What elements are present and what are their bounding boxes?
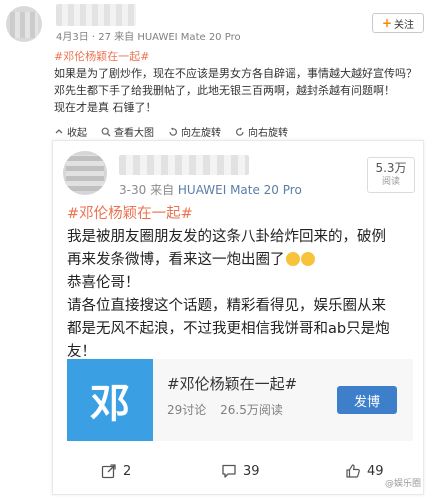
- topic-link[interactable]: #邓伦杨颖在一起#: [67, 206, 193, 222]
- embedded-post-text: #邓伦杨颖在一起# 我是被朋友圈朋友发的这条八卦给炸回来的，破例 再来发条微博，…: [67, 203, 417, 364]
- topic-card-title: #邓伦杨颖在一起#: [167, 375, 298, 393]
- post-text-line: 我是被朋友圈朋友发的这条八卦给炸回来的，破例: [67, 229, 386, 245]
- outer-post-header: 4月3日 · 27 来自 HUAWEI Mate 20 Pro + 关注: [0, 0, 440, 44]
- blurred-username[interactable]: [56, 4, 136, 26]
- rotate-left-icon: [169, 127, 177, 136]
- post-text-line: 都是无风不起浪，不过我更相信我饼哥和ab只是炮: [67, 321, 390, 337]
- read-count: 5.3万: [375, 161, 407, 175]
- outer-post-meta: 4月3日 · 27 来自 HUAWEI Mate 20 Pro: [56, 32, 241, 43]
- embedded-post-card: 3-30 来自 HUAWEI Mate 20 Pro 5.3万 阅读 #邓伦杨颖…: [52, 140, 424, 495]
- rotate-right-label: 向右旋转: [248, 128, 288, 139]
- topic-discussions: 29讨论: [167, 403, 207, 417]
- post-time: 3-30: [119, 183, 147, 197]
- outer-text-line: 如果是为了剧炒作，现在不应该是男女方各自辟谣，事情越大越好宣传吗？: [54, 67, 417, 80]
- watermark: @娱乐圈: [384, 479, 421, 489]
- post-button[interactable]: 发博: [337, 386, 397, 414]
- avatar[interactable]: [63, 151, 107, 195]
- thinking-emoji-icon: [285, 252, 300, 266]
- share-button[interactable]: 2: [101, 463, 131, 479]
- rotate-right-button[interactable]: 向右旋转: [235, 124, 288, 139]
- like-button[interactable]: 49: [345, 463, 384, 479]
- comment-count: 39: [243, 463, 260, 479]
- device-name: HUAWEI Mate 20 Pro: [177, 183, 302, 197]
- rotate-left-button[interactable]: 向左旋转: [168, 124, 221, 139]
- collapse-label: 收起: [67, 128, 87, 139]
- plus-icon: +: [381, 16, 393, 30]
- topic-logo: 邓: [67, 359, 153, 441]
- share-icon: [101, 464, 116, 479]
- comment-button[interactable]: 39: [221, 463, 260, 479]
- comment-icon: [222, 464, 236, 478]
- outer-post-text: #邓伦杨颖在一起# 如果是为了剧炒作，现在不应该是男女方各自辟谣，事情越大越好宣…: [54, 48, 434, 116]
- post-text-line: 再来发条微博，看来这一炮出圈了: [67, 252, 285, 268]
- outer-text-line: 邓先生都下手了给我删帖了，此地无银三百两啊，越封杀越有问题啊！: [54, 84, 395, 97]
- follow-label: 关注: [394, 19, 415, 31]
- like-count: 49: [367, 463, 384, 479]
- topic-card[interactable]: 邓 #邓伦杨颖在一起# 29讨论 26.5万阅读 发博: [67, 359, 413, 441]
- collapse-button[interactable]: 收起: [54, 124, 87, 139]
- share-count: 2: [123, 463, 132, 479]
- view-large-button[interactable]: 查看大图: [101, 124, 154, 139]
- thumbs-up-icon: [346, 464, 360, 478]
- topic-card-stats: 29讨论 26.5万阅读: [167, 401, 283, 418]
- post-text-line: 恭喜伦哥！: [67, 275, 140, 291]
- follow-button[interactable]: + 关注: [372, 13, 424, 33]
- image-toolbar: 收起 查看大图 向左旋转 向右旋转: [54, 124, 288, 139]
- view-large-label: 查看大图: [114, 128, 154, 139]
- source-prefix: 来自: [150, 183, 175, 197]
- collapse-icon: [55, 128, 63, 133]
- post-text-line: 请各位直接搜这个话题，精彩看得见，娱乐圈从来: [67, 298, 386, 314]
- rotate-right-icon: [236, 127, 244, 136]
- rotate-left-label: 向左旋转: [181, 128, 221, 139]
- outer-text-line: 现在才是真 石锤了！: [54, 101, 157, 114]
- zoom-icon: [101, 127, 111, 136]
- embedded-post-header: 3-30 来自 HUAWEI Mate 20 Pro 5.3万 阅读: [63, 149, 415, 199]
- avatar[interactable]: [6, 6, 42, 42]
- action-bar: 2 39 49 @娱乐圈: [53, 463, 423, 491]
- embedded-post-meta: 3-30 来自 HUAWEI Mate 20 Pro: [119, 181, 302, 198]
- thinking-emoji-icon: [300, 252, 315, 266]
- read-count-badge: 5.3万 阅读: [367, 157, 415, 193]
- topic-reads: 26.5万阅读: [220, 403, 283, 417]
- blurred-username[interactable]: [119, 155, 249, 175]
- topic-link[interactable]: #邓伦杨颖在一起#: [54, 50, 149, 63]
- read-label: 阅读: [381, 177, 400, 187]
